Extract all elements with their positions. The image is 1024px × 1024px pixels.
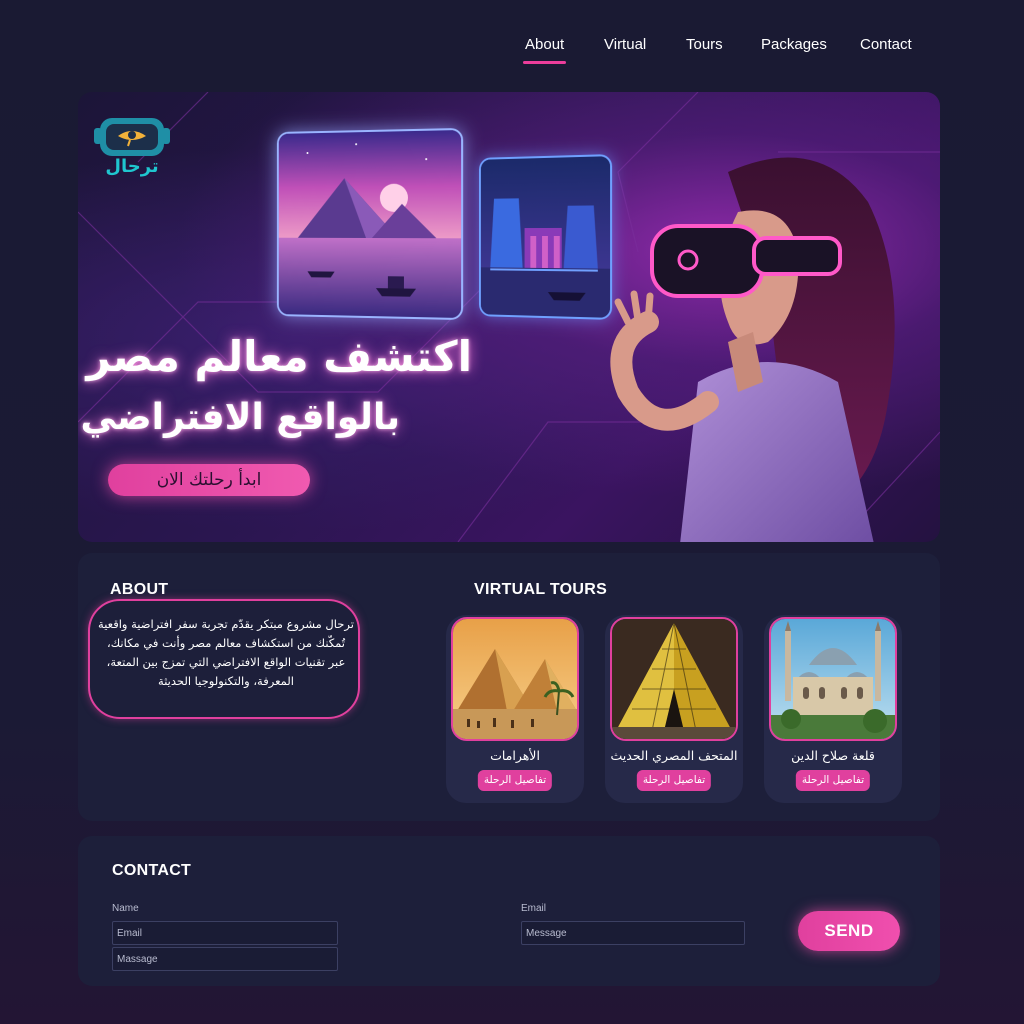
name-email-field[interactable] xyxy=(112,921,338,945)
woman-vr-illustration xyxy=(610,157,895,542)
vr-panel-pyramids xyxy=(276,127,464,321)
tour-name: المتحف المصري الحديث xyxy=(610,748,738,763)
citadel-mosque-photo xyxy=(771,619,895,739)
contact-section: CONTACT Name Email SEND xyxy=(78,836,940,986)
hero-title-line-2: بالواقع الافتراضي xyxy=(80,397,400,438)
brand-logo[interactable]: ترحال xyxy=(94,114,170,184)
tour-card-museum[interactable]: المتحف المصري الحديث تفاصيل الرحلة xyxy=(605,615,743,803)
about-tours-section: ABOUT ترحال مشروع مبتكر يقدّم تجربة سفر … xyxy=(78,553,940,821)
tour-details-button[interactable]: تفاصيل الرحلة xyxy=(477,770,553,791)
tour-details-button[interactable]: تفاصيل الرحلة xyxy=(636,770,712,791)
tour-image-citadel xyxy=(769,617,897,741)
name-label: Name xyxy=(112,903,139,914)
main-nav: About Virtual Tours Packages Contact xyxy=(505,36,935,68)
tour-name: الأهرامات xyxy=(490,748,540,763)
tour-image-pyramids xyxy=(451,617,579,741)
tour-card-pyramids[interactable]: الأهرامات تفاصيل الرحلة xyxy=(446,615,584,803)
nav-virtual[interactable]: Virtual xyxy=(604,36,646,53)
virtual-tours-heading: VIRTUAL TOURS xyxy=(474,581,608,598)
pyramids-sunset-image xyxy=(278,129,462,319)
logo-wordmark: ترحال xyxy=(105,156,159,177)
hero-title-line-1: اكتشف معالم مصر xyxy=(86,332,472,381)
nav-packages[interactable]: Packages xyxy=(761,36,827,53)
name-message-field[interactable] xyxy=(112,947,338,971)
vr-headset-logo-icon xyxy=(94,118,170,156)
send-button[interactable]: SEND xyxy=(798,911,900,951)
email-label: Email xyxy=(521,903,547,914)
nav-about[interactable]: About xyxy=(522,36,567,64)
about-description: ترحال مشروع مبتكر يقدّم تجربة سفر افتراض… xyxy=(98,617,354,688)
nav-tours[interactable]: Tours xyxy=(686,36,723,53)
about-card: ترحال مشروع مبتكر يقدّم تجربة سفر افتراض… xyxy=(88,599,360,719)
tour-details-button[interactable]: تفاصيل الرحلة xyxy=(795,770,871,791)
about-heading: ABOUT xyxy=(110,581,169,598)
tour-image-museum xyxy=(610,617,738,741)
egyptian-museum-photo xyxy=(612,619,736,739)
contact-heading: CONTACT xyxy=(112,862,192,879)
tour-name: قلعة صلاح الدين xyxy=(791,748,875,763)
hero-banner: ترحال اكتشف معالم مصر بالواقع الافتراضي … xyxy=(78,92,940,542)
email-message-field[interactable] xyxy=(521,921,745,945)
start-journey-button[interactable]: ابدأ رحلتك الان xyxy=(108,464,310,496)
tour-card-citadel[interactable]: قلعة صلاح الدين تفاصيل الرحلة xyxy=(764,615,902,803)
nav-contact[interactable]: Contact xyxy=(860,36,912,53)
pyramids-photo xyxy=(453,619,577,739)
